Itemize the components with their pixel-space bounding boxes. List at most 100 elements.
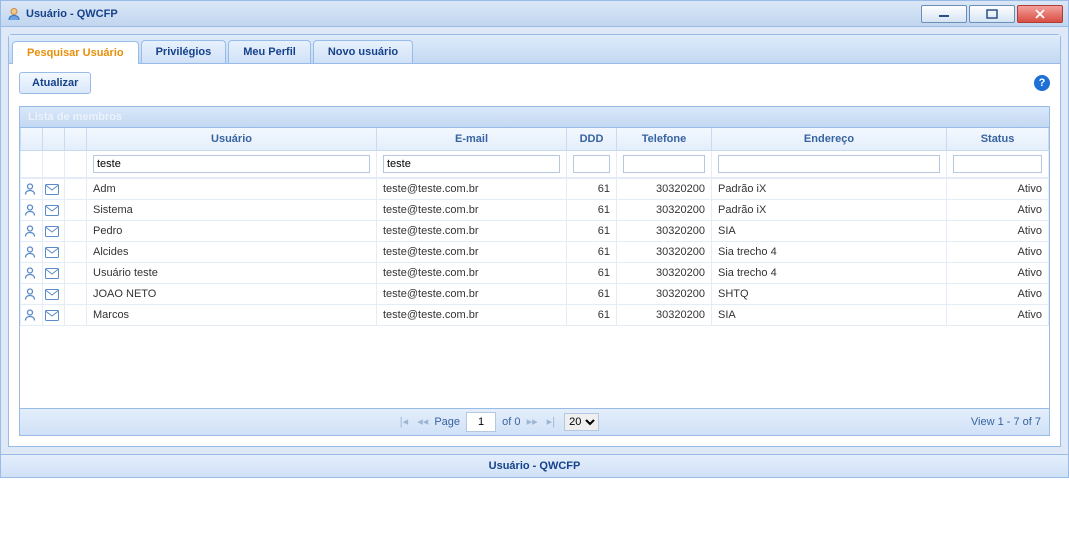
table-row[interactable]: Usuário testeteste@teste.com.br613032020… xyxy=(21,263,1049,284)
mail-icon[interactable] xyxy=(43,200,65,221)
cell-address: Padrão iX xyxy=(712,200,947,221)
row-action-icon[interactable] xyxy=(65,221,87,242)
filter-phone[interactable] xyxy=(623,155,705,173)
cell-email: teste@teste.com.br xyxy=(377,305,567,326)
row-action-icon[interactable] xyxy=(65,242,87,263)
table-row[interactable]: Marcosteste@teste.com.br6130320200SIAAti… xyxy=(21,305,1049,326)
cell-ddd: 61 xyxy=(567,179,617,200)
cell-phone: 30320200 xyxy=(617,263,712,284)
header-row: Usuário E-mail DDD Telefone Endereço Sta… xyxy=(21,128,1049,151)
col-email[interactable]: E-mail xyxy=(377,128,567,151)
table-row[interactable]: Alcidesteste@teste.com.br6130320200Sia t… xyxy=(21,242,1049,263)
user-detail-icon[interactable] xyxy=(21,263,43,284)
row-action-icon[interactable] xyxy=(65,263,87,284)
user-detail-icon[interactable] xyxy=(21,179,43,200)
col-status[interactable]: Status xyxy=(947,128,1049,151)
grid-header-table: Usuário E-mail DDD Telefone Endereço Sta… xyxy=(20,128,1049,178)
col-phone[interactable]: Telefone xyxy=(617,128,712,151)
tab-label: Privilégios xyxy=(156,46,212,58)
cell-status: Ativo xyxy=(947,263,1049,284)
table-row[interactable]: JOAO NETOteste@teste.com.br6130320200SHT… xyxy=(21,284,1049,305)
filter-email[interactable] xyxy=(383,155,560,173)
last-page-button[interactable]: ▸| xyxy=(547,416,555,428)
user-detail-icon[interactable] xyxy=(21,242,43,263)
tab-new-user[interactable]: Novo usuário xyxy=(313,40,413,63)
cell-phone: 30320200 xyxy=(617,179,712,200)
col-action1[interactable] xyxy=(21,128,43,151)
cell-phone: 30320200 xyxy=(617,242,712,263)
col-action2[interactable] xyxy=(43,128,65,151)
row-action-icon[interactable] xyxy=(65,200,87,221)
row-action-icon[interactable] xyxy=(65,179,87,200)
cell-user: Sistema xyxy=(87,200,377,221)
mail-icon[interactable] xyxy=(43,179,65,200)
cell-phone: 30320200 xyxy=(617,221,712,242)
table-row[interactable]: Admteste@teste.com.br6130320200Padrão iX… xyxy=(21,179,1049,200)
first-page-button[interactable]: |◂ xyxy=(400,416,408,428)
mail-icon[interactable] xyxy=(43,221,65,242)
table-row[interactable]: Sistemateste@teste.com.br6130320200Padrã… xyxy=(21,200,1049,221)
filter-address[interactable] xyxy=(718,155,940,173)
row-action-icon[interactable] xyxy=(65,284,87,305)
app-window: Usuário - QWCFP Pesquisar Usuário Privil… xyxy=(0,0,1069,478)
table-row[interactable]: Pedroteste@teste.com.br6130320200SIAAtiv… xyxy=(21,221,1049,242)
tab-body: Atualizar ? Lista de membros xyxy=(9,64,1060,446)
prev-page-button[interactable]: ◂◂ xyxy=(417,416,428,428)
mail-icon[interactable] xyxy=(43,305,65,326)
cell-user: Pedro xyxy=(87,221,377,242)
help-button[interactable]: ? xyxy=(1034,75,1050,91)
cell-ddd: 61 xyxy=(567,284,617,305)
cell-ddd: 61 xyxy=(567,242,617,263)
update-button[interactable]: Atualizar xyxy=(19,72,91,94)
cell-email: teste@teste.com.br xyxy=(377,200,567,221)
cell-address: SHTQ xyxy=(712,284,947,305)
filter-user[interactable] xyxy=(93,155,370,173)
cell-status: Ativo xyxy=(947,179,1049,200)
cell-user: Marcos xyxy=(87,305,377,326)
pagesize-select[interactable]: 20 xyxy=(564,413,599,431)
grid-title: Lista de membros xyxy=(20,107,1049,128)
tab-search-user[interactable]: Pesquisar Usuário xyxy=(12,41,139,64)
view-label: View 1 - 7 of 7 xyxy=(971,416,1041,428)
cell-ddd: 61 xyxy=(567,221,617,242)
cell-email: teste@teste.com.br xyxy=(377,242,567,263)
cell-email: teste@teste.com.br xyxy=(377,263,567,284)
titlebar[interactable]: Usuário - QWCFP xyxy=(1,1,1068,27)
cell-email: teste@teste.com.br xyxy=(377,221,567,242)
filter-ddd[interactable] xyxy=(573,155,610,173)
page-input[interactable] xyxy=(466,412,496,432)
footer-text: Usuário - QWCFP xyxy=(489,460,581,472)
row-action-icon[interactable] xyxy=(65,305,87,326)
user-detail-icon[interactable] xyxy=(21,284,43,305)
minimize-button[interactable] xyxy=(921,5,967,23)
cell-status: Ativo xyxy=(947,221,1049,242)
user-detail-icon[interactable] xyxy=(21,221,43,242)
next-page-button[interactable]: ▸▸ xyxy=(527,416,538,428)
col-user[interactable]: Usuário xyxy=(87,128,377,151)
filter-status[interactable] xyxy=(953,155,1042,173)
user-detail-icon[interactable] xyxy=(21,200,43,221)
user-detail-icon[interactable] xyxy=(21,305,43,326)
mail-icon[interactable] xyxy=(43,284,65,305)
members-grid: Lista de membros Usuário E-mail xyxy=(19,106,1050,436)
cell-status: Ativo xyxy=(947,242,1049,263)
tab-my-profile[interactable]: Meu Perfil xyxy=(228,40,311,63)
col-address[interactable]: Endereço xyxy=(712,128,947,151)
cell-address: SIA xyxy=(712,305,947,326)
tab-strip: Pesquisar Usuário Privilégios Meu Perfil… xyxy=(9,35,1060,64)
toolbar: Atualizar ? xyxy=(19,72,1050,94)
tab-panel: Pesquisar Usuário Privilégios Meu Perfil… xyxy=(8,34,1061,447)
tab-privileges[interactable]: Privilégios xyxy=(141,40,227,63)
cell-user: Alcides xyxy=(87,242,377,263)
maximize-button[interactable] xyxy=(969,5,1015,23)
close-button[interactable] xyxy=(1017,5,1063,23)
grid-rows[interactable]: Admteste@teste.com.br6130320200Padrão iX… xyxy=(20,178,1049,408)
of-label: of 0 xyxy=(502,416,520,428)
col-ddd[interactable]: DDD xyxy=(567,128,617,151)
cell-address: SIA xyxy=(712,221,947,242)
cell-email: teste@teste.com.br xyxy=(377,179,567,200)
paging-bar: |◂ ◂◂ Page of 0 ▸▸ ▸| 20 View 1 - 7 of 7 xyxy=(20,408,1049,435)
mail-icon[interactable] xyxy=(43,263,65,284)
mail-icon[interactable] xyxy=(43,242,65,263)
col-action3[interactable] xyxy=(65,128,87,151)
